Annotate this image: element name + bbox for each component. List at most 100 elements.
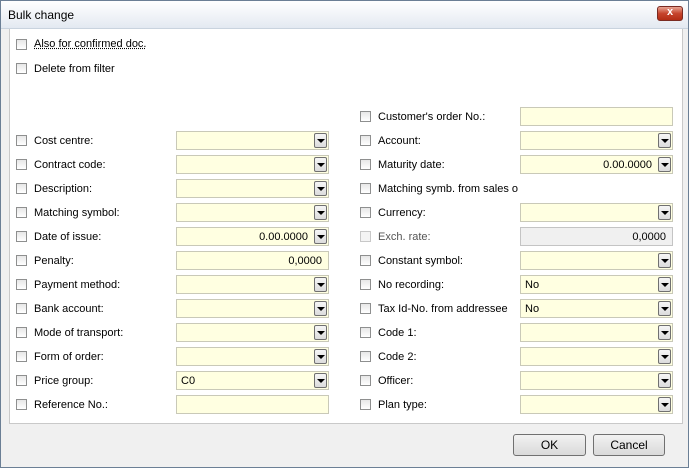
cancel-button[interactable]: Cancel	[593, 434, 665, 456]
mode-of-transport-label: Mode of transport:	[34, 327, 124, 339]
chevron-down-icon[interactable]	[658, 301, 671, 316]
cost-centre-label: Cost centre:	[34, 135, 94, 147]
reference-no-checkbox[interactable]	[16, 399, 27, 410]
no-recording-checkbox[interactable]	[360, 279, 371, 290]
contract-code-field[interactable]	[176, 155, 329, 174]
penalty-field[interactable]: 0,0000	[176, 251, 329, 270]
also-for-confirmed-checkbox[interactable]	[16, 39, 27, 50]
date-of-issue-value: 0.00.0000	[259, 231, 308, 243]
plan-type-label: Plan type:	[378, 399, 427, 411]
tax-id-no-from-addressee-field[interactable]: No	[520, 299, 673, 318]
tax-id-no-from-addressee-label: Tax Id-No. from addressee	[378, 303, 508, 315]
customer-s-order-no-label: Customer's order No.:	[378, 111, 486, 123]
form-of-order-checkbox[interactable]	[16, 351, 27, 362]
exch-rate-checkbox	[360, 231, 371, 242]
bank-account-label: Bank account:	[34, 303, 104, 315]
maturity-date-field[interactable]: 0.00.0000	[520, 155, 673, 174]
chevron-down-icon[interactable]	[314, 349, 327, 364]
chevron-down-icon[interactable]	[314, 157, 327, 172]
chevron-down-icon[interactable]	[314, 373, 327, 388]
description-field[interactable]	[176, 179, 329, 198]
cost-centre-checkbox[interactable]	[16, 135, 27, 146]
chevron-down-icon[interactable]	[314, 277, 327, 292]
code-1-field[interactable]	[520, 323, 673, 342]
chevron-down-icon[interactable]	[314, 301, 327, 316]
code-1-label: Code 1:	[378, 327, 417, 339]
bank-account-checkbox[interactable]	[16, 303, 27, 314]
price-group-checkbox[interactable]	[16, 375, 27, 386]
also-for-confirmed-label: Also for confirmed doc.	[34, 38, 147, 50]
chevron-down-icon[interactable]	[658, 133, 671, 148]
account-label: Account:	[378, 135, 421, 147]
exch-rate-value: 0,0000	[632, 231, 666, 243]
chevron-down-icon[interactable]	[314, 205, 327, 220]
mode-of-transport-field[interactable]	[176, 323, 329, 342]
chevron-down-icon[interactable]	[658, 157, 671, 172]
maturity-date-checkbox[interactable]	[360, 159, 371, 170]
plan-type-checkbox[interactable]	[360, 399, 371, 410]
chevron-down-icon[interactable]	[314, 181, 327, 196]
code-2-checkbox[interactable]	[360, 351, 371, 362]
account-field[interactable]	[520, 131, 673, 150]
account-checkbox[interactable]	[360, 135, 371, 146]
date-of-issue-checkbox[interactable]	[16, 231, 27, 242]
chevron-down-icon[interactable]	[658, 373, 671, 388]
matching-symbol-checkbox[interactable]	[16, 207, 27, 218]
cost-centre-field[interactable]	[176, 131, 329, 150]
price-group-field[interactable]: C0	[176, 371, 329, 390]
code-2-field[interactable]	[520, 347, 673, 366]
form-of-order-field[interactable]	[176, 347, 329, 366]
officer-checkbox[interactable]	[360, 375, 371, 386]
reference-no-field[interactable]	[176, 395, 329, 414]
tax-id-no-from-addressee-checkbox[interactable]	[360, 303, 371, 314]
chevron-down-icon[interactable]	[658, 253, 671, 268]
exch-rate-label: Exch. rate:	[378, 231, 431, 243]
delete-from-filter-label: Delete from filter	[34, 63, 115, 75]
constant-symbol-field[interactable]	[520, 251, 673, 270]
no-recording-label: No recording:	[378, 279, 445, 291]
contract-code-checkbox[interactable]	[16, 159, 27, 170]
bulk-change-dialog: Bulk change x Also for confirmed doc. De…	[0, 0, 689, 468]
mode-of-transport-checkbox[interactable]	[16, 327, 27, 338]
price-group-label: Price group:	[34, 375, 94, 387]
currency-checkbox[interactable]	[360, 207, 371, 218]
chevron-down-icon[interactable]	[658, 277, 671, 292]
price-group-value: C0	[181, 375, 196, 387]
chevron-down-icon[interactable]	[314, 325, 327, 340]
penalty-value: 0,0000	[288, 255, 322, 267]
chevron-down-icon[interactable]	[658, 205, 671, 220]
maturity-date-label: Maturity date:	[378, 159, 445, 171]
currency-field[interactable]	[520, 203, 673, 222]
close-button[interactable]: x	[657, 6, 683, 21]
chevron-down-icon[interactable]	[658, 325, 671, 340]
chevron-down-icon[interactable]	[658, 349, 671, 364]
constant-symbol-checkbox[interactable]	[360, 255, 371, 266]
code-1-checkbox[interactable]	[360, 327, 371, 338]
officer-label: Officer:	[378, 375, 414, 387]
matching-symbol-field[interactable]	[176, 203, 329, 222]
tax-id-no-from-addressee-value: No	[525, 303, 540, 315]
plan-type-field[interactable]	[520, 395, 673, 414]
matching-symb-from-sales-o-checkbox[interactable]	[360, 183, 371, 194]
payment-method-checkbox[interactable]	[16, 279, 27, 290]
code-2-label: Code 2:	[378, 351, 417, 363]
chevron-down-icon[interactable]	[658, 397, 671, 412]
delete-from-filter-checkbox[interactable]	[16, 63, 27, 74]
ok-button[interactable]: OK	[513, 434, 586, 456]
date-of-issue-label: Date of issue:	[34, 231, 102, 243]
maturity-date-value: 0.00.0000	[603, 159, 652, 171]
date-of-issue-field[interactable]: 0.00.0000	[176, 227, 329, 246]
no-recording-field[interactable]: No	[520, 275, 673, 294]
customer-s-order-no-field[interactable]	[520, 107, 673, 126]
chevron-down-icon[interactable]	[314, 133, 327, 148]
customer-s-order-no-checkbox[interactable]	[360, 111, 371, 122]
contract-code-label: Contract code:	[34, 159, 106, 171]
officer-field[interactable]	[520, 371, 673, 390]
matching-symbol-label: Matching symbol:	[34, 207, 120, 219]
bank-account-field[interactable]	[176, 299, 329, 318]
description-checkbox[interactable]	[16, 183, 27, 194]
payment-method-field[interactable]	[176, 275, 329, 294]
penalty-checkbox[interactable]	[16, 255, 27, 266]
constant-symbol-label: Constant symbol:	[378, 255, 463, 267]
chevron-down-icon[interactable]	[314, 229, 327, 244]
